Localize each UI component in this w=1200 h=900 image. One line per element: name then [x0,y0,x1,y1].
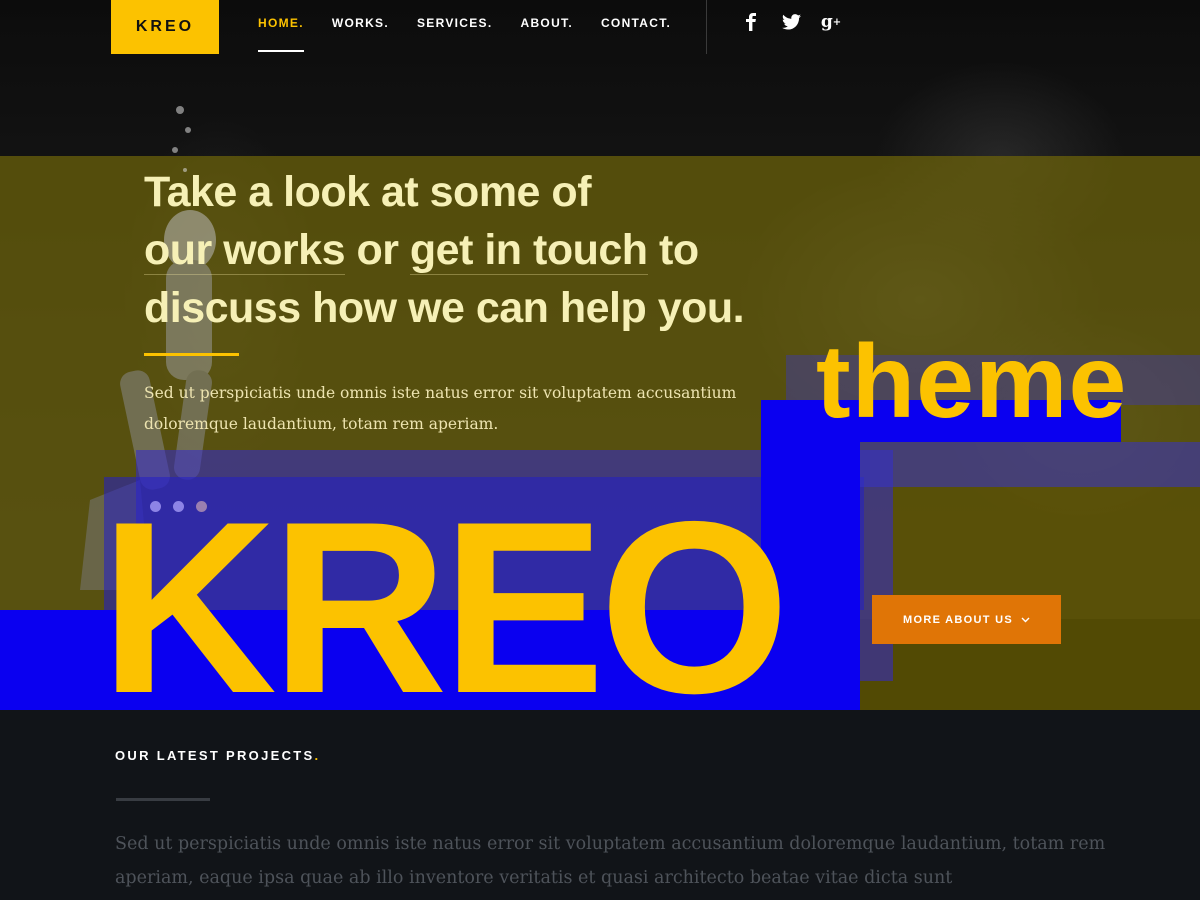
works-link[interactable]: our works [144,226,346,275]
nav-divider [706,0,707,54]
social-links: g + [740,10,842,34]
projects-title-text: OUR LATEST PROJECTS [115,748,315,763]
headline-line-1: Take a look at some of [144,168,592,216]
button-label: MORE ABOUT US [903,613,1013,626]
projects-paragraph: Sed ut perspiciatis unde omnis iste natu… [115,834,1106,888]
section-divider [116,798,210,801]
chevron-down-icon [1021,614,1030,626]
hero-paragraph: Sed ut perspiciatis unde omnis iste natu… [144,384,737,433]
title-accent-dot: . [314,748,321,763]
headline-line-2: our works or get in touch to [144,221,804,279]
google-plus-icon[interactable]: g + [820,10,842,34]
hero-headline: Take a look at some of our works or get … [144,163,804,337]
main-nav: HOME. WORKS. SERVICES. ABOUT. CONTACT. [258,16,671,52]
overlay-shape [860,442,1200,487]
contact-link[interactable]: get in touch [409,226,648,275]
nav-home[interactable]: HOME. [258,16,304,52]
twitter-icon[interactable] [780,10,802,34]
facebook-icon[interactable] [740,10,762,34]
nav-services[interactable]: SERVICES. [417,16,493,52]
logo[interactable]: KREO [111,0,219,54]
headline-text: or [345,226,410,274]
theme-overlay-text: theme [816,324,1128,440]
headline-underline [144,353,239,356]
headline-text: to [647,226,699,274]
nav-contact[interactable]: CONTACT. [601,16,671,52]
projects-title: OUR LATEST PROJECTS. [115,748,320,763]
more-about-us-button[interactable]: MORE ABOUT US [872,595,1061,644]
brand-overlay-text: KREO [100,470,790,744]
nav-works[interactable]: WORKS. [332,16,389,52]
headline-line-3: discuss how we can help you. [144,284,745,332]
nav-about[interactable]: ABOUT. [521,16,573,52]
